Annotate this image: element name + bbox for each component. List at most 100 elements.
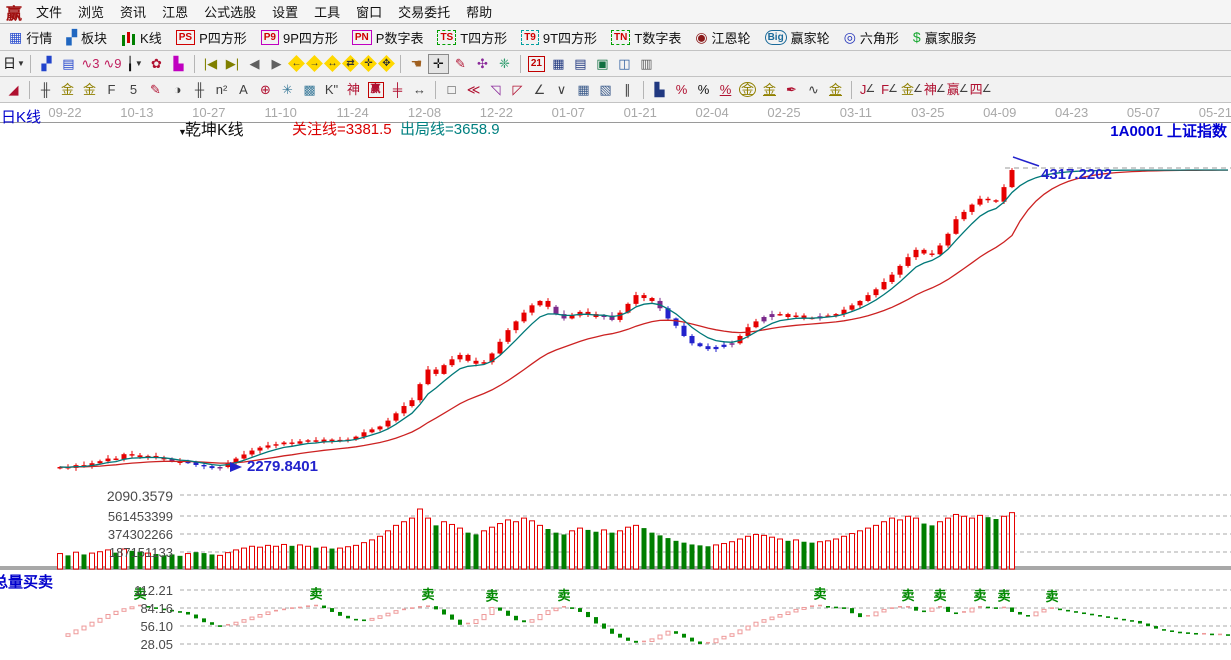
axes-box-icon[interactable]: □ — [441, 80, 462, 100]
gold-comb-icon[interactable]: 金 — [57, 80, 78, 100]
ying-angle-icon[interactable]: 赢∠ — [947, 80, 969, 100]
menu-item-2[interactable]: 资讯 — [112, 0, 154, 23]
next-bar-icon[interactable]: ▶ — [266, 54, 287, 74]
compass-cross-icon[interactable]: ⊕ — [255, 80, 276, 100]
fan-box-purple-icon[interactable]: ◹ — [485, 80, 506, 100]
shen-angle-icon[interactable]: 神∠ — [924, 80, 946, 100]
p-number-table-button[interactable]: PNP数字表 — [346, 27, 430, 48]
grid-box-arrow-icon[interactable]: ▧ — [595, 80, 616, 100]
price-comb-icon[interactable]: ╫ — [189, 80, 210, 100]
fan-box-red-icon[interactable]: ◸ — [507, 80, 528, 100]
calculator-icon[interactable]: ▦ — [548, 54, 569, 74]
kline-period-dropdown[interactable]: 日▼ — [3, 54, 25, 74]
menu-item-0[interactable]: 文件 — [28, 0, 70, 23]
shift-right-icon[interactable]: → — [306, 55, 323, 72]
pattern-tool-icon[interactable]: ❈ — [494, 54, 515, 74]
flag-marker-icon[interactable]: ✒ — [781, 80, 802, 100]
gold-circle-icon[interactable]: 金 — [737, 80, 758, 100]
gold-comb-2-icon[interactable]: 金 — [79, 80, 100, 100]
gold-angle-icon[interactable]: 金∠ — [901, 80, 923, 100]
info-doc-icon[interactable]: ▤ — [58, 54, 79, 74]
menu-item-6[interactable]: 工具 — [306, 0, 348, 23]
k-notes-icon[interactable]: K" — [321, 80, 342, 100]
f-ruler-icon[interactable]: F — [101, 80, 122, 100]
menu-item-8[interactable]: 交易委托 — [390, 0, 458, 23]
f-angle-icon[interactable]: F∠ — [879, 80, 900, 100]
menu-item-1[interactable]: 浏览 — [70, 0, 112, 23]
expand-horizontal-icon[interactable]: ↔ — [324, 55, 341, 72]
span-arrow-icon[interactable]: ↔ — [409, 80, 430, 100]
ying-grid-icon[interactable]: 赢 — [365, 80, 386, 100]
menu-item-9[interactable]: 帮助 — [458, 0, 500, 23]
shift-left-icon[interactable]: ← — [288, 55, 305, 72]
j-angle-icon[interactable]: J∠ — [857, 80, 878, 100]
menu-item-5[interactable]: 设置 — [264, 0, 306, 23]
ruler-123-icon[interactable]: ╪ — [387, 80, 408, 100]
t-number-table-button[interactable]: TNT数字表 — [605, 27, 687, 48]
percent-slash-icon[interactable]: % — [671, 80, 692, 100]
last-bar-icon[interactable]: ▶| — [222, 54, 243, 74]
parallel-channel-icon[interactable]: ∥ — [617, 80, 638, 100]
red-marker-icon[interactable]: ✎ — [145, 80, 166, 100]
gold-strike-icon[interactable]: 金 — [825, 80, 846, 100]
9p-square-button[interactable]: P99P四方形 — [255, 27, 344, 48]
three-ray-icon[interactable]: ∠ — [529, 80, 550, 100]
sectors-button[interactable]: ▞板块 — [60, 27, 113, 48]
shen-comb-icon[interactable]: 神 — [343, 80, 364, 100]
menu-item-3[interactable]: 江恩 — [154, 0, 196, 23]
axes-box-icon-glyph: □ — [448, 83, 456, 96]
grid-web-icon[interactable]: ▩ — [299, 80, 320, 100]
first-bar-icon[interactable]: |◀ — [200, 54, 221, 74]
comb-ruler-icon[interactable]: ╫ — [35, 80, 56, 100]
mirror-icon[interactable]: A — [233, 80, 254, 100]
draw-line-tool-icon[interactable]: ✎ — [450, 54, 471, 74]
9t-square-button[interactable]: T99T四方形 — [515, 27, 603, 48]
crosshair-tool-icon[interactable]: ✛ — [428, 54, 449, 74]
t-square-button[interactable]: TST四方形 — [431, 27, 513, 48]
wave-overlay-icon-glyph: ∿ — [808, 83, 819, 96]
prev-bar-icon[interactable]: ◀ — [244, 54, 265, 74]
gold-underline-icon[interactable]: 金 — [759, 80, 780, 100]
ray-fan-icon[interactable]: ≪ — [463, 80, 484, 100]
measure-column-icon[interactable]: ▙ — [649, 80, 670, 100]
wave-overlay-icon[interactable]: ∿ — [803, 80, 824, 100]
v-ray-icon[interactable]: ∨ — [551, 80, 572, 100]
candle-type-dropdown[interactable]: ╽▼ — [124, 54, 145, 74]
remote-data-icon[interactable]: ◫ — [614, 54, 635, 74]
calendar-icon[interactable]: 21 — [526, 54, 547, 74]
quotes-button[interactable]: ▦行情 — [3, 27, 58, 48]
print-icon[interactable]: ▥ — [636, 54, 657, 74]
si-angle-icon[interactable]: 四∠ — [970, 80, 992, 100]
spider-web-icon[interactable]: ✳ — [277, 80, 298, 100]
gann-wheel-button[interactable]: ◉江恩轮 — [689, 27, 756, 48]
chart-canvas[interactable]: 09-2210-1310-2711-1011-2412-0812-2201-07… — [0, 103, 1231, 660]
save-icon[interactable]: ▣ — [592, 54, 613, 74]
hexagon-button[interactable]: ◎六角形 — [838, 27, 905, 48]
percent-icon[interactable]: % — [693, 80, 714, 100]
wave-3-icon[interactable]: ∿3 — [80, 54, 101, 74]
swap-horizontal-icon[interactable]: ⇄ — [342, 55, 359, 72]
grid-box-icon[interactable]: ▦ — [573, 80, 594, 100]
winner-service-button[interactable]: $赢家服务 — [907, 27, 983, 48]
menu-item-7[interactable]: 窗口 — [348, 0, 390, 23]
zoom-in-icon[interactable]: ✛ — [360, 55, 377, 72]
zoom-out-icon[interactable]: ✥ — [378, 55, 395, 72]
memo-icon[interactable]: ▤ — [570, 54, 591, 74]
gann-shape-icon[interactable]: ✿ — [146, 54, 167, 74]
menu-item-4[interactable]: 公式选股 — [196, 0, 264, 23]
percent-line-icon[interactable]: % — [715, 80, 736, 100]
n-square-icon[interactable]: n² — [211, 80, 232, 100]
gann-fan-tool-icon[interactable]: ✣ — [472, 54, 493, 74]
hand-tool-icon[interactable]: ☚ — [406, 54, 427, 74]
p-square-button[interactable]: PSP四方形 — [170, 27, 253, 48]
percent-slash-icon-glyph: % — [676, 83, 688, 96]
angle-ruler-icon[interactable]: ◢ — [3, 80, 24, 100]
market-overview-icon[interactable]: ▞ — [36, 54, 57, 74]
spiral-ruler-icon[interactable]: 5 — [123, 80, 144, 100]
kline-button[interactable]: K线 — [115, 27, 168, 48]
profile-chart-icon[interactable]: ▙ — [168, 54, 189, 74]
kline-period-label: 日K线 — [1, 106, 41, 127]
wave-9-icon[interactable]: ∿9 — [102, 54, 123, 74]
time-cycle-icon[interactable]: ◑ — [167, 80, 188, 100]
winner-wheel-button[interactable]: Big赢家轮 — [759, 27, 836, 48]
